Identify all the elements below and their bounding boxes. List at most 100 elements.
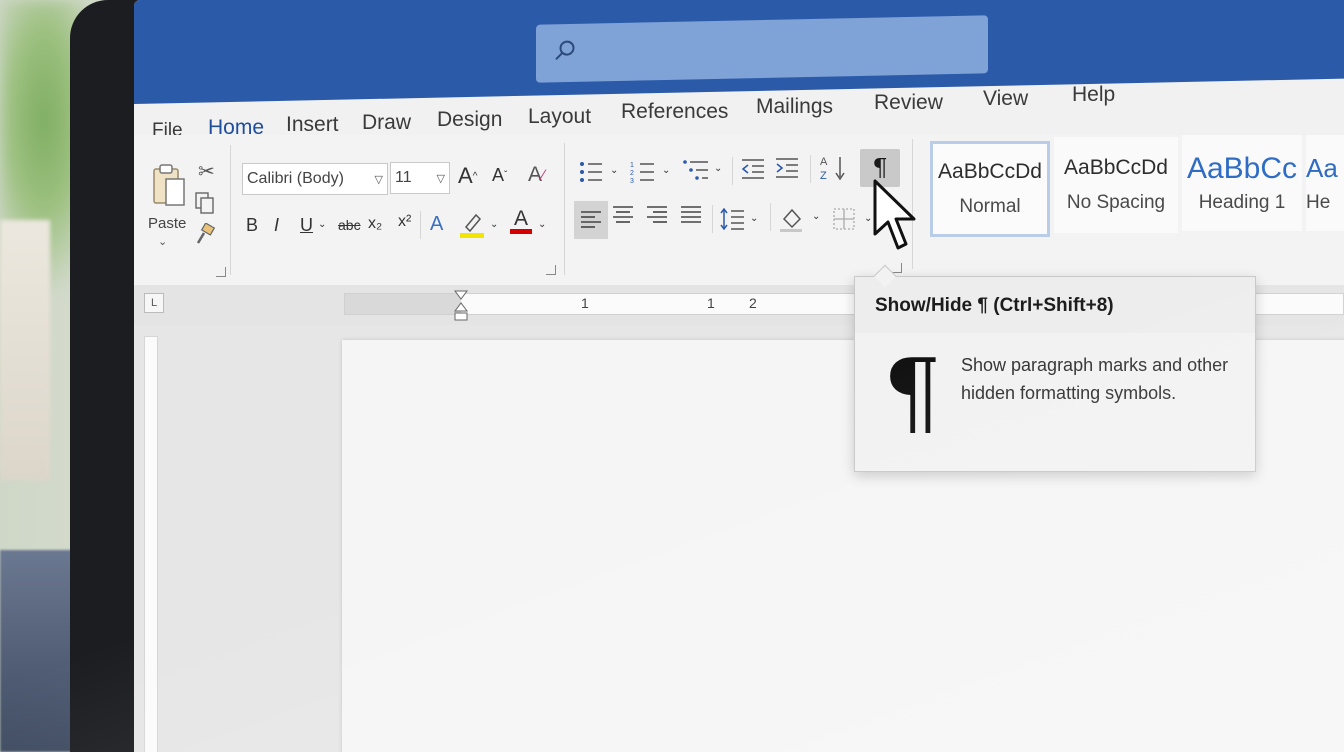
highlight-icon[interactable] (460, 209, 486, 239)
tab-design[interactable]: Design (437, 108, 502, 132)
svg-text:3: 3 (630, 178, 634, 185)
underline-button[interactable]: U (300, 215, 313, 236)
align-left-icon (581, 211, 601, 228)
search-icon (555, 40, 575, 61)
borders-icon[interactable] (832, 207, 856, 231)
font-size-combobox[interactable]: 11 ▽ (390, 162, 450, 194)
font-color-dropdown-chevron-icon[interactable]: ⌄ (538, 219, 546, 230)
left-margin-shade (345, 294, 461, 314)
home-ribbon: Paste ⌄ ✂ Calibri (Body) ▽ 11 ▽ A ^ Aˇ A ∕ B… (134, 135, 1344, 285)
font-color-swatch (510, 229, 532, 234)
style-no-spacing[interactable]: AaBbCcDd No Spacing (1054, 137, 1178, 233)
style-heading-1-sample: AaBbCc (1186, 152, 1298, 185)
justify-button[interactable] (680, 205, 702, 225)
tab-layout[interactable]: Layout (528, 105, 591, 129)
group-separator (230, 145, 231, 275)
numbering-dropdown-chevron-icon[interactable]: ⌄ (662, 165, 670, 176)
bold-button[interactable]: B (246, 215, 258, 236)
tab-insert[interactable]: Insert (286, 113, 339, 137)
style-normal[interactable]: AaBbCcDd Normal (930, 141, 1050, 237)
pilcrow-icon: ¶ (883, 339, 942, 446)
tooltip-title: Show/Hide ¶ (Ctrl+Shift+8) (875, 295, 1114, 316)
font-dialog-launcher-icon[interactable] (546, 265, 556, 275)
decrease-indent-icon[interactable] (740, 157, 766, 181)
paste-button[interactable]: Paste (148, 215, 186, 232)
paste-icon[interactable] (150, 161, 190, 209)
tab-review[interactable]: Review (874, 91, 943, 115)
ruler-number: 2 (749, 295, 757, 311)
search-box[interactable] (536, 15, 988, 83)
style-heading-2-sample: Aa (1306, 152, 1338, 183)
indent-marker-icon[interactable] (453, 289, 469, 323)
tab-draw[interactable]: Draw (362, 111, 411, 135)
style-heading-1[interactable]: AaBbCc Heading 1 (1182, 135, 1302, 231)
group-separator (420, 211, 421, 239)
strikethrough-button[interactable]: abc (338, 217, 361, 233)
clipboard-dialog-launcher-icon[interactable] (216, 267, 226, 277)
align-right-button[interactable] (646, 205, 668, 225)
chevron-down-icon: ▽ (374, 173, 383, 186)
line-spacing-icon[interactable] (720, 207, 746, 231)
font-color-label: A (513, 207, 528, 230)
svg-text:1: 1 (630, 162, 634, 169)
svg-text:Z: Z (820, 170, 827, 182)
italic-button[interactable]: I (274, 215, 279, 236)
subscript-button[interactable]: x₂ (368, 215, 382, 233)
align-center-button[interactable] (612, 205, 634, 225)
vertical-ruler[interactable] (144, 336, 158, 752)
style-no-spacing-sample: AaBbCcDd (1064, 156, 1168, 179)
sort-icon[interactable]: A Z (818, 153, 848, 183)
bullets-dropdown-chevron-icon[interactable]: ⌄ (610, 165, 618, 176)
show-hide-tooltip: Show/Hide ¶ (Ctrl+Shift+8) ¶ Show paragr… (854, 264, 1256, 472)
tab-selector-button[interactable]: L (144, 293, 164, 313)
align-left-button[interactable] (574, 201, 608, 239)
line-spacing-dropdown-chevron-icon[interactable]: ⌄ (750, 213, 758, 224)
multilevel-dropdown-chevron-icon[interactable]: ⌄ (714, 163, 722, 174)
style-normal-sample: AaBbCcDd (938, 160, 1042, 183)
tab-help[interactable]: Help (1072, 83, 1115, 107)
shading-dropdown-chevron-icon[interactable]: ⌄ (812, 211, 820, 222)
increase-indent-icon[interactable] (774, 156, 800, 180)
superscript-button[interactable]: x² (398, 213, 411, 231)
font-color-button[interactable]: A (510, 207, 532, 234)
bullets-icon[interactable] (578, 159, 604, 185)
style-heading-2-label: He (1306, 191, 1331, 213)
align-right-icon (647, 206, 667, 223)
ruler-number: 1 (707, 295, 715, 311)
multilevel-list-icon[interactable] (682, 157, 710, 183)
grow-font-button[interactable]: A ^ (458, 163, 477, 189)
copy-icon[interactable] (194, 191, 216, 215)
style-heading-2[interactable]: Aa He (1306, 135, 1344, 231)
shading-icon[interactable] (778, 205, 806, 233)
background-pot (0, 220, 50, 480)
tab-mailings[interactable]: Mailings (756, 95, 833, 119)
group-separator (564, 143, 565, 275)
justify-icon (681, 206, 701, 223)
align-center-icon (613, 206, 633, 223)
paste-dropdown-chevron-icon[interactable]: ⌄ (158, 235, 167, 248)
tab-view[interactable]: View (983, 87, 1028, 111)
format-painter-icon[interactable] (194, 223, 216, 247)
background-notebook (0, 550, 80, 752)
shrink-font-button[interactable]: Aˇ (492, 165, 507, 186)
paragraph-dialog-launcher-icon[interactable] (892, 263, 902, 273)
font-name-combobox[interactable]: Calibri (Body) ▽ (242, 163, 388, 195)
style-no-spacing-label: No Spacing (1066, 192, 1166, 213)
chevron-down-icon: ▽ (436, 172, 445, 185)
group-separator (770, 203, 771, 231)
svg-text:A: A (820, 156, 828, 168)
clear-formatting-button[interactable]: A ∕ (528, 163, 545, 187)
group-separator (810, 155, 811, 183)
cut-icon[interactable]: ✂ (198, 159, 215, 184)
font-name-value: Calibri (Body) (247, 170, 344, 187)
tab-references[interactable]: References (621, 100, 728, 124)
svg-text:2: 2 (630, 170, 634, 177)
tooltip-description: Show paragraph marks and other hidden fo… (961, 355, 1229, 403)
text-effects-button[interactable]: A (430, 213, 443, 236)
highlight-dropdown-chevron-icon[interactable]: ⌄ (490, 219, 498, 230)
numbering-icon[interactable]: 123 (630, 159, 656, 185)
style-normal-label: Normal (959, 196, 1021, 217)
group-separator (712, 205, 713, 233)
font-size-value: 11 (395, 169, 412, 186)
underline-dropdown-chevron-icon[interactable]: ⌄ (318, 219, 326, 230)
